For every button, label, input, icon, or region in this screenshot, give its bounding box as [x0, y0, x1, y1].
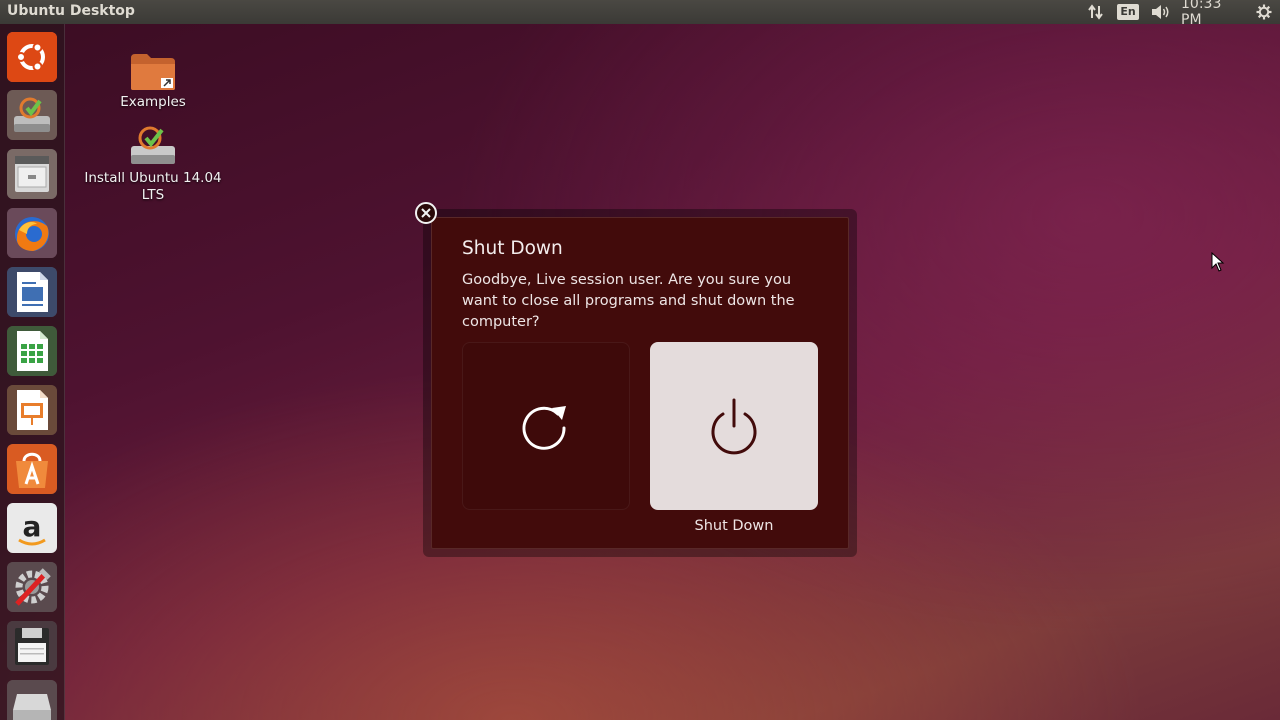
network-updown-icon[interactable] [1086, 0, 1106, 24]
launcher-item-firefox[interactable] [7, 208, 57, 258]
launcher-item-drive[interactable] [7, 680, 57, 720]
installer-icon [7, 90, 57, 140]
top-panel: Ubuntu Desktop En 10:33 PM [0, 0, 1280, 28]
clock[interactable]: 10:33 PM [1181, 0, 1245, 28]
launcher-item-libreoffice-calc[interactable] [7, 326, 57, 376]
desktop-icon-install-ubuntu[interactable]: Install Ubuntu 14.04 LTS [83, 124, 223, 204]
launcher-item-libreoffice-impress[interactable] [7, 385, 57, 435]
writer-icon [7, 267, 57, 317]
shut-down-button[interactable] [650, 342, 818, 510]
launcher-item-ubuntu-software-center[interactable] [7, 444, 57, 494]
file-cabinet-icon [7, 149, 57, 199]
restart-button[interactable] [462, 342, 630, 510]
desktop-icon-label: Examples [120, 94, 186, 110]
amazon-icon: a [7, 503, 57, 553]
impress-icon [7, 385, 57, 435]
shut-down-label: Shut Down [694, 518, 774, 534]
launcher-item-system-settings[interactable] [7, 562, 57, 612]
volume-icon[interactable] [1149, 0, 1173, 24]
settings-icon [7, 562, 57, 612]
gear-icon[interactable] [1254, 0, 1274, 24]
launcher-item-amazon[interactable]: a [7, 503, 57, 553]
launcher-item-libreoffice-writer[interactable] [7, 267, 57, 317]
restart-icon [522, 406, 566, 450]
firefox-icon [7, 208, 57, 258]
folder-link-icon [131, 54, 175, 90]
close-icon [421, 208, 431, 218]
ubuntu-logo-icon [7, 32, 57, 82]
launcher-item-install-ubuntu[interactable] [7, 90, 57, 140]
floppy-icon [7, 621, 57, 671]
keyboard-layout-label: En [1117, 4, 1139, 20]
calc-icon [7, 326, 57, 376]
mouse-pointer-icon [1211, 252, 1225, 272]
desktop-icon-label: Install Ubuntu 14.04 LTS [84, 170, 222, 203]
launcher-item-floppy[interactable] [7, 621, 57, 671]
app-title: Ubuntu Desktop [7, 3, 135, 19]
power-icon [711, 398, 757, 455]
launcher: a [0, 24, 65, 720]
svg-text:a: a [23, 510, 42, 543]
launcher-item-files[interactable] [7, 149, 57, 199]
software-center-icon [7, 444, 57, 494]
dialog-message: Goodbye, Live session user. Are you sure… [462, 272, 795, 330]
installer-icon [131, 126, 175, 164]
launcher-item-dash-home[interactable] [7, 32, 57, 82]
shutdown-dialog: Shut Down Goodbye, Live session user. Ar… [431, 217, 849, 549]
dialog-title: Shut Down [462, 238, 563, 259]
keyboard-layout-indicator[interactable]: En [1117, 0, 1139, 24]
drive-icon [7, 680, 57, 720]
dialog-close-button[interactable] [415, 202, 437, 224]
desktop-icon-examples[interactable]: Examples [83, 52, 223, 111]
